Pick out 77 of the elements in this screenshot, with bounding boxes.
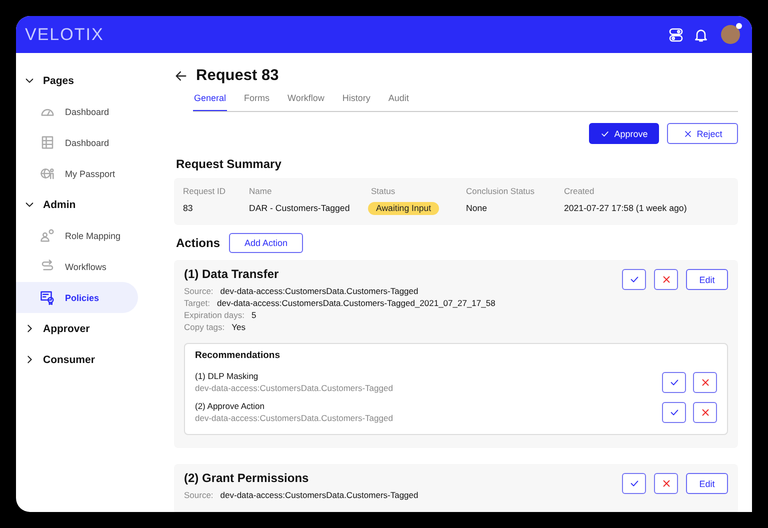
panel-title: Recommendations	[195, 350, 281, 361]
column-header: Conclusion Status	[466, 186, 536, 196]
field-label: Target:	[184, 297, 210, 309]
field-value: dev-data-access:CustomersData.Customers-Tagged	[220, 285, 418, 297]
sidebar-item[interactable]: My Passport	[16, 158, 138, 189]
tab[interactable]: Audit	[387, 93, 410, 111]
column-header: Name	[249, 186, 273, 196]
approve-button[interactable]	[662, 402, 686, 422]
recommendation-title: (1) DLP Masking	[195, 370, 260, 382]
reject-button[interactable]	[654, 473, 678, 494]
close-icon	[700, 376, 710, 388]
close-icon	[700, 406, 710, 418]
section-title: Actions	[176, 236, 220, 250]
recommendation-path: dev-data-access:CustomersData.Customers-Tagged	[195, 382, 393, 394]
sidebar-item[interactable]: Dashboard	[16, 127, 138, 158]
field-label: Expiration days:	[184, 309, 244, 321]
page-title: Request 83	[196, 67, 279, 85]
column-header: Request ID	[183, 186, 227, 196]
check-icon	[628, 478, 640, 489]
approve-button[interactable]	[622, 473, 646, 494]
recommendation-path: dev-data-access:CustomersData.Customers-Tagged	[195, 412, 393, 424]
globe-person-icon	[40, 166, 55, 181]
logo: VELOTIX	[25, 24, 104, 44]
field-value: None	[466, 202, 488, 215]
check-icon	[628, 274, 640, 285]
table-icon	[40, 135, 55, 150]
toggle-icon[interactable]	[668, 26, 684, 42]
field-value: dev-data-access:CustomersData.Customers-Tagged_2021_07_27_17_58	[217, 297, 496, 309]
check-icon	[668, 406, 680, 418]
approve-button[interactable]: Approve	[589, 123, 659, 144]
close-icon	[660, 478, 672, 489]
tab[interactable]: History	[341, 93, 372, 111]
reject-button[interactable]	[654, 269, 678, 290]
field-value: 5	[251, 309, 256, 321]
add-action-button[interactable]: Add Action	[229, 233, 304, 253]
field-value: 83	[183, 202, 194, 215]
card-title: (1) Data Transfer	[184, 267, 280, 281]
approve-button[interactable]	[622, 269, 646, 290]
reject-button[interactable]	[693, 402, 717, 422]
field-value: dev-data-access:CustomersData.Customers-Tagged	[220, 489, 418, 501]
recommendation-title: (2) Approve Action	[195, 400, 266, 412]
check-icon	[668, 376, 680, 388]
field-value: 2021-07-27 17:58 (1 week ago)	[564, 202, 687, 215]
column-header: Created	[564, 186, 596, 196]
reject-button[interactable]: Reject	[667, 123, 738, 144]
person-gear-icon	[40, 228, 55, 243]
section-title: Request Summary	[176, 157, 282, 171]
bell-icon[interactable]	[693, 26, 709, 42]
back-arrow-icon[interactable]	[174, 69, 188, 83]
sidebar-section[interactable]: Pages	[16, 65, 156, 96]
field-value: DAR - Customers-Tagged	[249, 202, 351, 215]
tab[interactable]: Workflow	[286, 93, 326, 111]
field-label: Source:	[184, 285, 214, 297]
close-icon	[682, 128, 693, 138]
sidebar-section[interactable]: Admin	[16, 189, 156, 220]
sidebar-item[interactable]: Role Mapping	[16, 220, 138, 251]
column-header: Status	[371, 186, 396, 196]
avatar[interactable]	[721, 25, 740, 44]
status-badge: Awaiting Input	[368, 202, 440, 215]
edit-button[interactable]: Edit	[686, 473, 728, 494]
card-title: (2) Grant Permissions	[184, 471, 310, 485]
field-value: Yes	[232, 321, 246, 333]
field-label: Copy tags:	[184, 321, 225, 333]
tab[interactable]: Forms	[243, 93, 271, 111]
sidebar-section[interactable]: Consumer	[16, 344, 156, 375]
sidebar-item[interactable]: Workflows	[16, 251, 138, 282]
sidebar-item[interactable]: Policies	[16, 282, 138, 313]
edit-button[interactable]: Edit	[686, 269, 728, 290]
sidebar-section[interactable]: Approver	[16, 313, 156, 344]
check-icon	[600, 128, 610, 138]
field-label: Source:	[184, 489, 214, 501]
approve-button[interactable]	[662, 372, 686, 392]
tab[interactable]: General	[193, 93, 228, 111]
certificate-icon	[40, 290, 55, 305]
reject-button[interactable]	[693, 372, 717, 392]
close-icon	[660, 274, 672, 285]
sidebar-item[interactable]: Dashboard	[16, 96, 138, 127]
